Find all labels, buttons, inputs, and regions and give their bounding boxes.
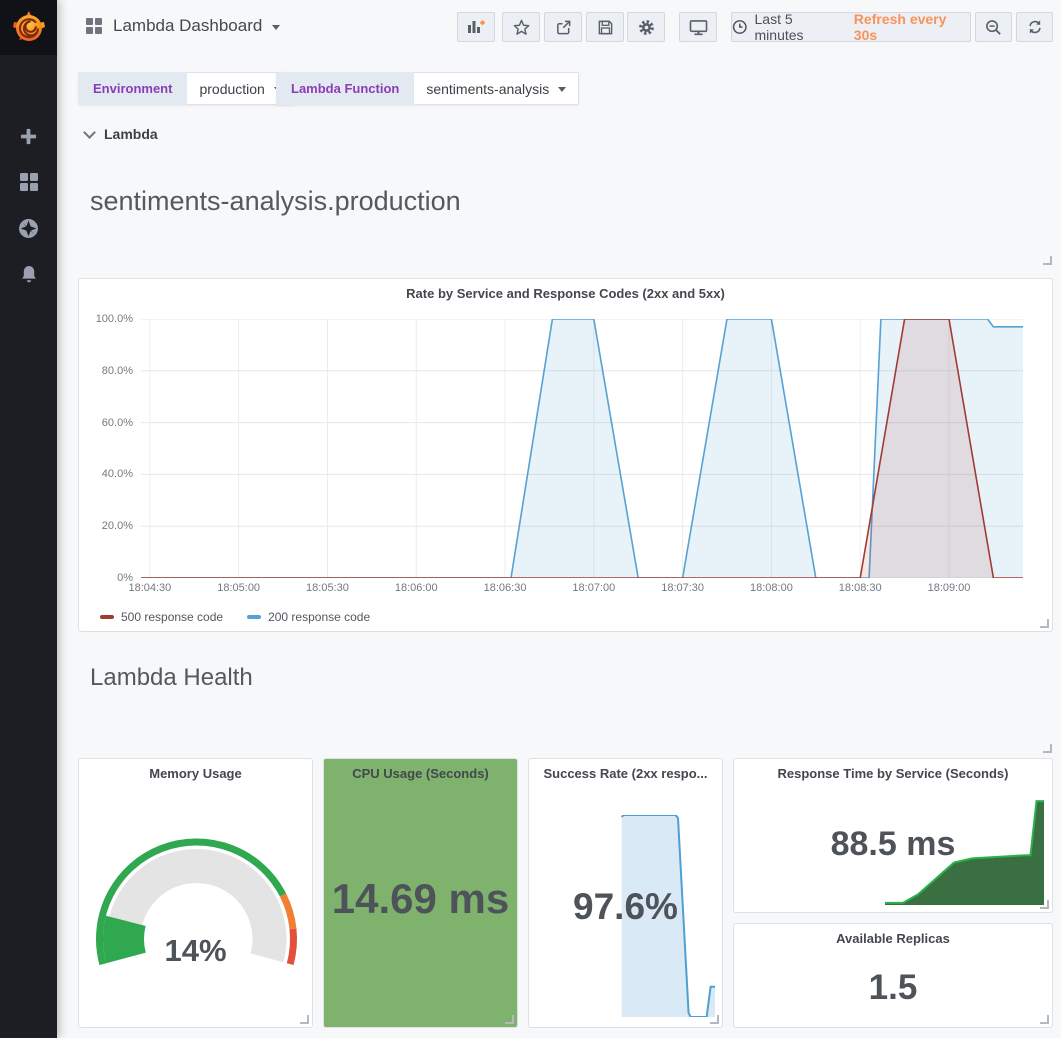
legend-label: 200 response code — [268, 610, 370, 624]
x-tick-label: 18:05:00 — [207, 582, 271, 594]
memory-usage-value: 14% — [79, 933, 312, 969]
grafana-logo[interactable] — [0, 0, 57, 55]
panel-success-rate: Success Rate (2xx respo... 97.6% — [528, 758, 723, 1028]
variable-environment-label: Environment — [78, 72, 187, 105]
refresh-icon — [1027, 19, 1043, 35]
chevron-down-icon — [83, 126, 96, 139]
legend-item[interactable]: 200 response code — [247, 610, 370, 624]
alerting-button[interactable] — [0, 251, 57, 297]
variable-environment-selected: production — [199, 81, 264, 97]
panel-resize-handle[interactable] — [1043, 744, 1052, 753]
x-tick-label: 18:08:30 — [828, 582, 892, 594]
gear-icon — [638, 19, 655, 36]
legend-swatch — [100, 615, 114, 619]
zoom-out-button[interactable] — [975, 12, 1012, 42]
variable-environment: Environment production — [78, 72, 295, 105]
monitor-icon — [689, 19, 708, 36]
x-axis-labels: 18:04:3018:05:0018:05:3018:06:0018:06:30… — [141, 582, 1041, 598]
panel-title-response-time[interactable]: Response Time by Service (Seconds) — [734, 766, 1052, 781]
refresh-button[interactable] — [1016, 12, 1053, 42]
panel-resize-handle[interactable] — [1043, 256, 1052, 265]
panel-cpu-usage: CPU Usage (Seconds) 14.69 ms — [323, 758, 518, 1028]
panel-memory-usage: Memory Usage 14% — [78, 758, 313, 1028]
dashboards-icon — [19, 172, 39, 192]
add-panel-icon — [467, 19, 485, 35]
cycle-view-mode-button[interactable] — [679, 12, 717, 42]
memory-gauge — [79, 827, 314, 1027]
section-title-text-panel: Lambda Health — [90, 664, 253, 692]
panel-response-time: Response Time by Service (Seconds) 88.5 … — [733, 758, 1053, 913]
y-tick-label: 80.0% — [102, 365, 133, 377]
panel-resize-handle[interactable] — [300, 1015, 309, 1024]
refresh-interval-label: Refresh every 30s — [854, 11, 970, 43]
save-icon — [597, 19, 614, 36]
success-rate-value: 97.6% — [529, 886, 722, 928]
grafana-logo-icon — [12, 11, 46, 45]
x-tick-label: 18:05:30 — [295, 582, 359, 594]
panel-rate-by-service: Rate by Service and Response Codes (2xx … — [78, 278, 1053, 632]
variable-lambda-function-selected: sentiments-analysis — [426, 81, 549, 97]
x-tick-label: 18:07:00 — [562, 582, 626, 594]
chevron-down-icon — [558, 87, 566, 92]
dashboards-button[interactable] — [0, 159, 57, 205]
plus-icon — [19, 127, 38, 146]
timeseries-plot[interactable] — [141, 319, 1023, 578]
y-tick-label: 60.0% — [102, 417, 133, 429]
legend-swatch — [247, 615, 261, 619]
variable-lambda-function-label: Lambda Function — [276, 72, 414, 105]
x-tick-label: 18:04:30 — [118, 582, 182, 594]
save-dashboard-button[interactable] — [586, 12, 624, 42]
panel-resize-handle[interactable] — [505, 1015, 514, 1024]
side-menu — [0, 0, 57, 1038]
panel-title-rate[interactable]: Rate by Service and Response Codes (2xx … — [79, 286, 1052, 301]
legend-label: 500 response code — [121, 610, 223, 624]
chevron-down-icon — [272, 25, 280, 30]
star-icon — [513, 19, 530, 36]
panel-title-available-replicas[interactable]: Available Replicas — [734, 931, 1052, 946]
panel-resize-handle[interactable] — [1040, 619, 1049, 628]
create-button[interactable] — [0, 113, 57, 159]
x-tick-label: 18:07:30 — [651, 582, 715, 594]
star-dashboard-button[interactable] — [502, 12, 540, 42]
bell-icon — [19, 264, 39, 284]
dashboard-settings-button[interactable] — [627, 12, 665, 42]
row-toggle-lambda[interactable]: Lambda — [85, 126, 158, 142]
variable-lambda-function: Lambda Function sentiments-analysis — [276, 72, 579, 105]
y-tick-label: 100.0% — [96, 313, 133, 325]
clock-icon — [732, 19, 748, 35]
variable-lambda-function-value[interactable]: sentiments-analysis — [414, 72, 579, 105]
y-tick-label: 40.0% — [102, 468, 133, 480]
compass-icon — [18, 218, 39, 239]
x-tick-label: 18:09:00 — [917, 582, 981, 594]
row-label: Lambda — [104, 126, 158, 142]
y-tick-label: 20.0% — [102, 520, 133, 532]
response-time-value: 88.5 ms — [734, 825, 1052, 864]
cpu-usage-value: 14.69 ms — [324, 875, 517, 923]
legend-item[interactable]: 500 response code — [100, 610, 223, 624]
y-axis-labels: 100.0%80.0%60.0%40.0%20.0%0% — [79, 279, 133, 631]
panel-resize-handle[interactable] — [710, 1015, 719, 1024]
add-panel-button[interactable] — [457, 12, 495, 42]
zoom-out-icon — [985, 19, 1002, 36]
panel-resize-handle[interactable] — [1040, 1015, 1049, 1024]
breadcrumb[interactable]: Lambda Dashboard — [85, 16, 280, 36]
page-title: Lambda Dashboard — [113, 16, 262, 36]
explore-button[interactable] — [0, 205, 57, 251]
x-tick-label: 18:06:00 — [384, 582, 448, 594]
panel-available-replicas: Available Replicas 1.5 — [733, 923, 1053, 1028]
panel-resize-handle[interactable] — [1040, 900, 1049, 909]
share-icon — [555, 19, 572, 36]
available-replicas-value: 1.5 — [734, 968, 1052, 1008]
x-tick-label: 18:06:30 — [473, 582, 537, 594]
panel-title-memory[interactable]: Memory Usage — [79, 766, 312, 781]
share-dashboard-button[interactable] — [544, 12, 582, 42]
panel-title-success-rate[interactable]: Success Rate (2xx respo... — [529, 766, 722, 781]
time-range-picker[interactable]: Last 5 minutes Refresh every 30s — [731, 12, 971, 42]
chart-legend: 500 response code 200 response code — [100, 610, 370, 624]
panel-title-cpu[interactable]: CPU Usage (Seconds) — [324, 766, 517, 781]
dashboard-grid-icon — [85, 17, 103, 35]
function-title-text-panel: sentiments-analysis.production — [90, 186, 461, 217]
x-tick-label: 18:08:00 — [739, 582, 803, 594]
time-range-label: Last 5 minutes — [755, 11, 843, 43]
